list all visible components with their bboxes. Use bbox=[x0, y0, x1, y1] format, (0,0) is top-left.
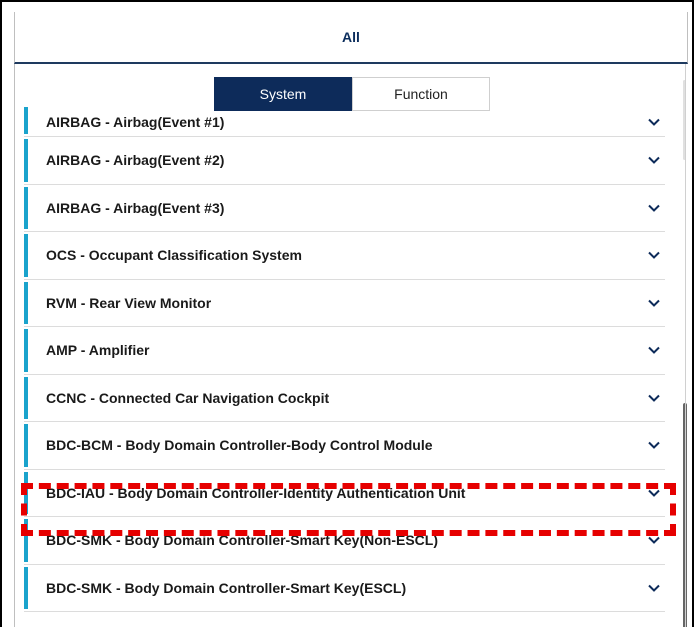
chevron-down-icon[interactable] bbox=[645, 151, 663, 169]
list-item-label: AMP - Amplifier bbox=[46, 342, 150, 359]
list-item-ocs[interactable]: OCS - Occupant Classification System bbox=[24, 232, 665, 280]
system-list: AIRBAG - Airbag(Event #1) AIRBAG - Airba… bbox=[24, 107, 665, 612]
chevron-down-icon[interactable] bbox=[645, 113, 663, 131]
list-item-bdc-smk-non-escl[interactable]: BDC-SMK - Body Domain Controller-Smart K… bbox=[24, 517, 665, 565]
list-item-rvm[interactable]: RVM - Rear View Monitor bbox=[24, 280, 665, 327]
accent-bar bbox=[24, 566, 28, 609]
accent-bar bbox=[24, 519, 28, 562]
list-item-label: RVM - Rear View Monitor bbox=[46, 294, 212, 311]
list-item-label: AIRBAG - Airbag(Event #1) bbox=[46, 113, 225, 130]
accent-bar bbox=[24, 329, 28, 372]
tab-function[interactable]: Function bbox=[352, 77, 490, 111]
accent-bar bbox=[24, 424, 28, 467]
chevron-down-icon[interactable] bbox=[645, 294, 663, 312]
chevron-down-icon[interactable] bbox=[645, 246, 663, 264]
chevron-down-icon[interactable] bbox=[645, 531, 663, 549]
list-item-label: AIRBAG - Airbag(Event #2) bbox=[46, 152, 225, 169]
list-item-ccnc[interactable]: CCNC - Connected Car Navigation Cockpit bbox=[24, 375, 665, 422]
list-item-bdc-smk-escl[interactable]: BDC-SMK - Body Domain Controller-Smart K… bbox=[24, 565, 665, 612]
system-panel: System Function AIRBAG - Airbag(Event #1… bbox=[14, 64, 687, 627]
list-item-airbag-event-2[interactable]: AIRBAG - Airbag(Event #2) bbox=[24, 137, 665, 185]
accent-bar bbox=[24, 107, 28, 134]
list-item-bdc-bcm[interactable]: BDC-BCM - Body Domain Controller-Body Co… bbox=[24, 422, 665, 470]
chevron-down-icon[interactable] bbox=[645, 199, 663, 217]
accent-bar bbox=[24, 376, 28, 419]
list-item-label: CCNC - Connected Car Navigation Cockpit bbox=[46, 389, 330, 406]
tab-system[interactable]: System bbox=[214, 77, 352, 111]
list-item-label: BDC-BCM - Body Domain Controller-Body Co… bbox=[46, 437, 433, 454]
list-item-label: BDC-SMK - Body Domain Controller-Smart K… bbox=[46, 579, 407, 596]
accent-bar bbox=[24, 139, 28, 182]
list-item-label: OCS - Occupant Classification System bbox=[46, 247, 302, 264]
chevron-down-icon[interactable] bbox=[645, 579, 663, 597]
header: All bbox=[14, 12, 688, 64]
accent-bar bbox=[24, 281, 28, 324]
chevron-down-icon[interactable] bbox=[645, 484, 663, 502]
panel-divider bbox=[685, 64, 686, 627]
list-item-label: BDC-SMK - Body Domain Controller-Smart K… bbox=[46, 532, 439, 549]
accent-bar bbox=[24, 186, 28, 229]
accent-bar bbox=[24, 234, 28, 277]
accent-bar bbox=[24, 471, 28, 514]
chevron-down-icon[interactable] bbox=[645, 389, 663, 407]
list-item-bdc-iau[interactable]: BDC-IAU - Body Domain Controller-Identit… bbox=[24, 470, 665, 517]
chevron-down-icon[interactable] bbox=[645, 436, 663, 454]
chevron-down-icon[interactable] bbox=[645, 341, 663, 359]
list-item-airbag-event-1[interactable]: AIRBAG - Airbag(Event #1) bbox=[24, 107, 665, 137]
view-tabs: System Function bbox=[214, 77, 490, 111]
app-frame: All System Function AIRBAG - Airbag(Even… bbox=[0, 0, 694, 627]
page-title: All bbox=[342, 29, 360, 45]
list-item-airbag-event-3[interactable]: AIRBAG - Airbag(Event #3) bbox=[24, 185, 665, 232]
list-item-label: BDC-IAU - Body Domain Controller-Identit… bbox=[46, 484, 466, 501]
list-item-amp[interactable]: AMP - Amplifier bbox=[24, 327, 665, 375]
list-item-label: AIRBAG - Airbag(Event #3) bbox=[46, 199, 225, 216]
